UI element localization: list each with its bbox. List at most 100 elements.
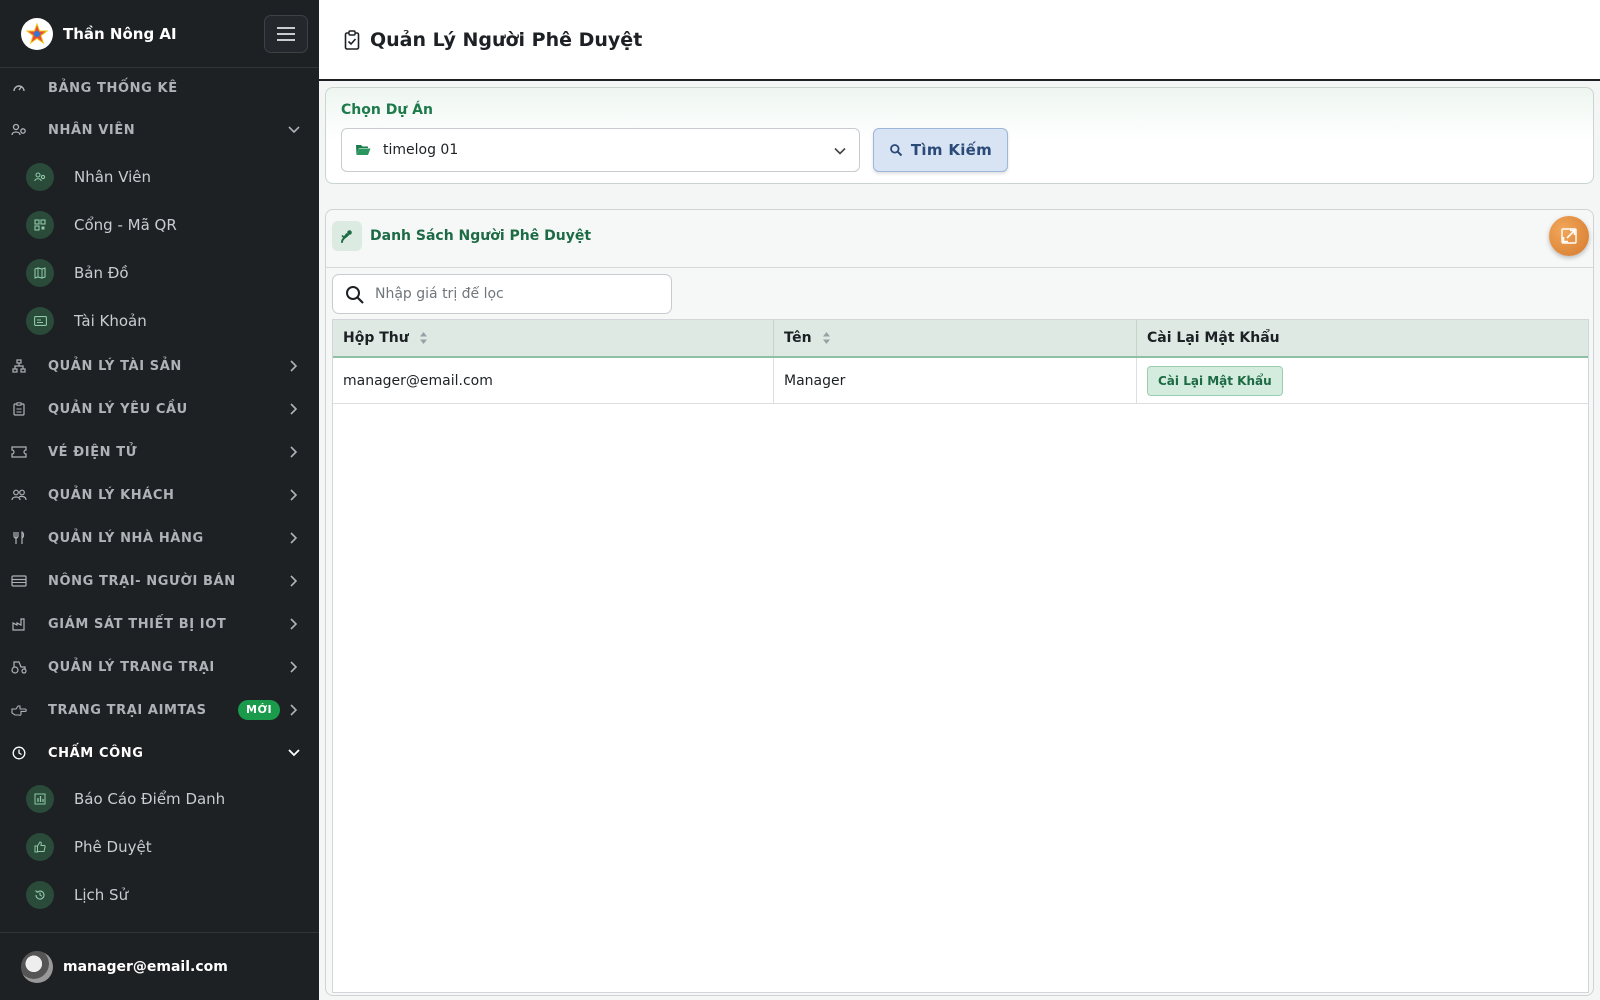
sidebar: Thần Nông AI BẢNG THỐNG KÊ NHÂN VIÊN Nhâ… [0,0,319,1000]
column-header-email[interactable]: Hộp Thư [333,320,774,356]
sidebar-item-asset-management[interactable]: QUẢN LÝ TÀI SẢN [0,348,319,384]
sidebar-subitem-label: Lịch Sử [74,886,129,904]
menu-toggle-button[interactable] [264,15,308,53]
gauge-icon [11,80,27,96]
new-badge: MỚI [238,700,281,720]
chevron-down-icon [834,147,846,155]
project-select-value: timelog 01 [383,142,459,158]
hierarchy-icon [11,358,27,374]
sidebar-item-label: VÉ ĐIỆN TỬ [48,444,138,460]
sidebar-item-e-ticket[interactable]: VÉ ĐIỆN TỬ [0,434,319,470]
sidebar-item-iot-monitoring[interactable]: GIÁM SÁT THIẾT BỊ IOT [0,606,319,642]
user-profile[interactable]: manager@email.com [0,932,319,1000]
search-button[interactable]: Tìm Kiếm [873,128,1008,172]
column-header-label: Hộp Thư [343,330,409,346]
sidebar-item-staff[interactable]: NHÂN VIÊN [0,112,319,148]
sidebar-item-label: CHẤM CÔNG [48,745,144,761]
clock-icon [11,745,27,761]
column-header-label: Cài Lại Mật Khẩu [1147,330,1280,346]
sidebar-item-aimtas-farm[interactable]: TRANG TRẠI AIMTAS MỚI [0,692,319,728]
chevron-right-icon [287,445,301,459]
project-select-label: Chọn Dự Án [341,102,433,118]
qrcode-icon [26,211,54,239]
sidebar-item-dashboard[interactable]: BẢNG THỐNG KÊ [0,70,319,106]
sidebar-item-label: QUẢN LÝ KHÁCH [48,487,175,503]
sidebar-item-request-management[interactable]: QUẢN LÝ YÊU CẦU [0,391,319,427]
sidebar-item-label: GIÁM SÁT THIẾT BỊ IOT [48,616,227,632]
hand-point-icon [11,702,27,718]
approver-table: Hộp Thư Tên Cài Lại Mật Khẩu manager@ema… [332,319,1589,993]
sidebar-item-label: BẢNG THỐNG KÊ [48,80,178,96]
chevron-right-icon [287,617,301,631]
people-icon [11,487,27,503]
sidebar-subitem-qr-gate[interactable]: Cổng - Mã QR [0,203,319,247]
history-icon [26,881,54,909]
chevron-down-icon [287,746,301,760]
cell-action: Cài Lại Mật Khẩu [1137,358,1588,403]
chevron-right-icon [287,359,301,373]
sidebar-item-attendance[interactable]: CHẤM CÔNG [0,735,319,771]
chevron-right-icon [287,660,301,674]
sidebar-subitem-account[interactable]: Tài Khoản [0,299,319,343]
sort-icon [419,332,427,344]
map-icon [26,259,54,287]
sidebar-subitem-label: Nhân Viên [74,168,152,186]
reset-password-button[interactable]: Cài Lại Mật Khẩu [1147,365,1283,396]
chevron-right-icon [287,488,301,502]
page-title: Quản Lý Người Phê Duyệt [370,28,643,51]
approver-list-header: Danh Sách Người Phê Duyệt [326,210,1593,268]
search-icon [889,144,903,157]
sidebar-item-label: QUẢN LÝ NHÀ HÀNG [48,530,204,546]
bar-chart-icon [26,785,54,813]
expand-button[interactable] [1549,216,1589,256]
sidebar-item-label: QUẢN LÝ TRANG TRẠI [48,659,215,675]
sidebar-subitem-approval[interactable]: Phê Duyệt [0,825,319,869]
column-header-name[interactable]: Tên [774,320,1137,356]
sidebar-subitem-label: Bản Đồ [74,264,129,282]
brand-logo[interactable] [21,17,53,50]
sidebar-subitem-label: Phê Duyệt [74,838,152,856]
users-gear-icon [26,163,54,191]
clipboard-check-icon [343,29,361,51]
brand-name: Thần Nông AI [63,24,177,43]
user-email: manager@email.com [63,958,228,975]
sidebar-item-farm-management[interactable]: QUẢN LÝ TRANG TRẠI [0,649,319,685]
sidebar-item-restaurant-management[interactable]: QUẢN LÝ NHÀ HÀNG [0,520,319,556]
table-header: Hộp Thư Tên Cài Lại Mật Khẩu [333,320,1588,358]
avatar [21,950,53,983]
brand-header: Thần Nông AI [0,0,319,68]
users-gear-icon [11,122,27,138]
sidebar-item-guest-management[interactable]: QUẢN LÝ KHÁCH [0,477,319,513]
sidebar-subitem-label: Tài Khoản [74,312,147,330]
folder-open-icon [356,145,371,155]
sidebar-subitem-attendance-report[interactable]: Báo Cáo Điểm Danh [0,777,319,821]
sidebar-item-label: NÔNG TRẠI- NGƯỜI BÁN [48,573,236,589]
utensils-icon [11,530,27,546]
expand-icon [1561,228,1577,244]
chevron-right-icon [287,574,301,588]
sidebar-subitem-staff[interactable]: Nhân Viên [0,155,319,199]
column-header-reset-password: Cài Lại Mật Khẩu [1137,320,1588,356]
ticket-icon [11,444,27,460]
sidebar-subitem-label: Cổng - Mã QR [74,216,177,234]
cell-name: Manager [774,358,1137,403]
factory-icon [11,616,27,632]
sidebar-subitem-map[interactable]: Bản Đồ [0,251,319,295]
project-select[interactable]: timelog 01 [341,128,860,172]
project-filter-card: Chọn Dự Án timelog 01 Tìm Kiếm [325,87,1594,184]
sidebar-item-label: TRANG TRẠI AIMTAS [48,702,207,718]
table-filter-input[interactable] [375,283,660,305]
clipboard-icon [11,401,27,417]
hamburger-icon [277,27,295,41]
sidebar-subitem-history[interactable]: Lịch Sử [0,873,319,917]
tractor-icon [11,659,27,675]
chevron-down-icon [287,123,301,137]
search-icon [346,286,364,304]
chevron-right-icon [287,703,301,717]
table-filter-field[interactable] [332,274,672,314]
cell-email: manager@email.com [333,358,774,403]
chevron-right-icon [287,531,301,545]
table-row[interactable]: manager@email.com Manager Cài Lại Mật Kh… [333,358,1588,404]
sidebar-item-farm-seller[interactable]: NÔNG TRẠI- NGƯỜI BÁN [0,563,319,599]
thumbs-up-icon [26,833,54,861]
